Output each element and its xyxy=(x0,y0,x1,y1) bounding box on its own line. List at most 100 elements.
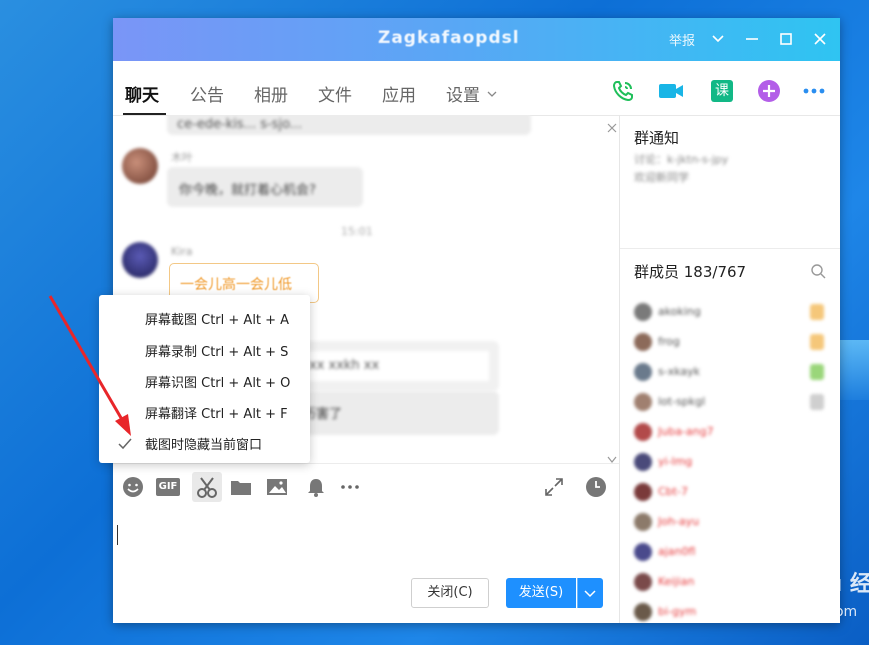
menu-item-hide-window[interactable]: 截图时隐藏当前窗口 xyxy=(145,434,262,453)
menu-item-screen-record[interactable]: 屏幕录制 Ctrl + Alt + S xyxy=(145,341,288,360)
more-icon[interactable] xyxy=(801,78,827,104)
input-toolbar: GIF xyxy=(113,463,619,508)
avatar[interactable] xyxy=(122,148,158,184)
close-icon[interactable] xyxy=(607,118,617,137)
menu-item-screen-recognize[interactable]: 屏幕识图 Ctrl + Alt + O xyxy=(145,372,290,391)
text-caret xyxy=(117,525,118,545)
member-avatar xyxy=(634,423,652,441)
sender-name: 木叶 xyxy=(171,151,193,164)
tab-bar: 聊天 公告 相册 文件 应用 设置 课 xyxy=(113,61,840,116)
timestamp: 15:01 xyxy=(341,225,373,238)
history-clock-icon[interactable] xyxy=(585,476,607,498)
notice-line: 欢迎新同学 xyxy=(634,171,689,184)
tab-announcement[interactable]: 公告 xyxy=(190,81,224,106)
member-avatar xyxy=(634,333,652,351)
sender-name: Kira xyxy=(171,245,193,258)
expand-icon[interactable] xyxy=(543,476,565,498)
message-text: 你今晚，就打着心机会? xyxy=(179,183,316,198)
bell-icon[interactable] xyxy=(305,476,327,498)
baidu-paw-logo xyxy=(720,560,760,600)
title-bar: Zagkafaopdsl 举报 xyxy=(113,18,840,61)
emoji-icon[interactable] xyxy=(122,476,144,498)
group-notice-title: 群通知 xyxy=(634,129,680,147)
member-row[interactable]: yi-lmg xyxy=(634,451,834,473)
member-avatar xyxy=(634,453,652,471)
member-name: akoking xyxy=(658,305,701,318)
member-avatar xyxy=(634,363,652,381)
group-notice-body[interactable]: 讨论：k-jktn-s-jpy 欢迎新同学 xyxy=(634,151,814,187)
window-title: Zagkafaopdsl xyxy=(378,28,520,48)
menu-item-screenshot[interactable]: 屏幕截图 Ctrl + Alt + A xyxy=(145,309,289,328)
member-name: bi-gym xyxy=(658,605,697,618)
member-row[interactable]: Joh-ayu xyxy=(634,511,834,533)
folder-icon[interactable] xyxy=(230,476,252,498)
member-name: Juba-ang7 xyxy=(658,425,714,438)
member-name: frog xyxy=(658,335,680,348)
tab-files[interactable]: 文件 xyxy=(318,81,352,106)
close-window-button[interactable] xyxy=(809,27,831,51)
message-text: 一会儿高一会儿低 xyxy=(180,277,292,293)
member-level-badge xyxy=(810,394,824,410)
screenshot-scissors-icon[interactable] xyxy=(192,472,222,502)
member-name: ajan0fl xyxy=(658,545,696,558)
watermark-brand: Bai du 经验 xyxy=(764,572,869,597)
check-icon xyxy=(118,435,132,450)
message-bubble: 你今晚，就打着心机会? xyxy=(167,167,363,207)
member-avatar xyxy=(634,603,652,621)
member-row[interactable]: lot-spkgl xyxy=(634,391,834,413)
chevron-down-icon[interactable] xyxy=(486,85,498,104)
report-link[interactable]: 举报 xyxy=(669,30,695,49)
member-name: Cbt-7 xyxy=(658,485,688,498)
tab-settings[interactable]: 设置 xyxy=(446,81,480,106)
more-tools-icon[interactable] xyxy=(339,476,361,498)
member-avatar xyxy=(634,303,652,321)
screenshot-menu: 屏幕截图 Ctrl + Alt + A 屏幕录制 Ctrl + Alt + S … xyxy=(99,295,310,463)
tab-album[interactable]: 相册 xyxy=(254,81,288,106)
send-button[interactable]: 发送(S) xyxy=(506,578,576,608)
message-input[interactable]: 关闭(C) 发送(S) xyxy=(113,507,619,623)
member-row[interactable]: Juba-ang7 xyxy=(634,421,834,443)
member-row[interactable]: frog xyxy=(634,331,834,353)
member-avatar xyxy=(634,573,652,591)
member-name: lot-spkgl xyxy=(658,395,706,408)
section-divider xyxy=(620,248,840,249)
member-level-badge xyxy=(810,364,824,380)
menu-item-screen-translate[interactable]: 屏幕翻译 Ctrl + Alt + F xyxy=(145,403,288,422)
tab-chat[interactable]: 聊天 xyxy=(125,81,159,106)
notice-line: 讨论：k-jktn-s-jpy xyxy=(634,153,729,166)
close-button[interactable]: 关闭(C) xyxy=(411,578,489,608)
member-row[interactable]: Cbt-7 xyxy=(634,481,834,503)
member-name: s-xkayk xyxy=(658,365,701,378)
gif-icon[interactable]: GIF xyxy=(156,476,180,498)
send-options-button[interactable] xyxy=(577,578,603,608)
member-count-title: 群成员 183/767 xyxy=(634,263,747,281)
member-avatar xyxy=(634,543,652,561)
class-icon[interactable]: 课 xyxy=(709,78,735,104)
tab-apps[interactable]: 应用 xyxy=(382,81,416,106)
video-call-icon[interactable] xyxy=(657,78,683,104)
member-name: yi-lmg xyxy=(658,455,693,468)
add-app-icon[interactable] xyxy=(756,78,782,104)
class-icon-label: 课 xyxy=(711,80,733,102)
message-bubble: ce-ede-kis... s-sjo... xyxy=(167,115,531,135)
member-avatar xyxy=(634,483,652,501)
minimize-button[interactable] xyxy=(741,27,763,51)
phone-call-icon[interactable] xyxy=(610,78,636,104)
member-level-badge xyxy=(810,304,824,320)
search-icon[interactable] xyxy=(810,263,826,283)
watermark-url: jingyan.baidu.com xyxy=(728,604,858,620)
message-text: xx xxkh xx xyxy=(309,358,380,373)
member-row[interactable]: s-xkayk xyxy=(634,361,834,383)
member-name: Joh-ayu xyxy=(658,515,700,528)
maximize-button[interactable] xyxy=(775,27,797,51)
member-avatar xyxy=(634,513,652,531)
chevron-down-icon[interactable] xyxy=(607,449,617,463)
member-avatar xyxy=(634,393,652,411)
chevron-down-icon[interactable] xyxy=(707,27,729,51)
member-level-badge xyxy=(810,334,824,350)
member-name: Keijian xyxy=(658,575,695,588)
avatar[interactable] xyxy=(122,242,158,278)
member-row[interactable]: akoking xyxy=(634,301,834,323)
message-text: ce-ede-kis... s-sjo... xyxy=(177,117,303,132)
image-icon[interactable] xyxy=(266,476,288,498)
